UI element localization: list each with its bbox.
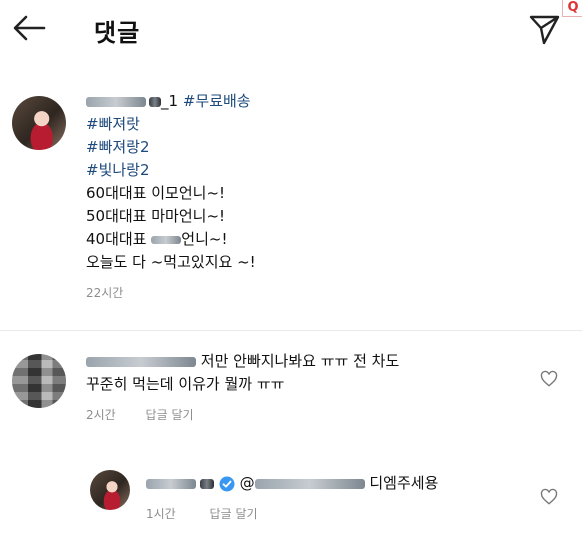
username-redacted[interactable] [146, 478, 196, 489]
caption-text-line: 40대대표 언니~! [86, 228, 556, 251]
commenter-avatar[interactable] [12, 354, 66, 408]
comment-text-line: 저만 안빠지나봐요 ㅠㅠ 전 차도 [86, 350, 526, 373]
search-icon: Q [562, 0, 582, 17]
caption-line-1: _1 #무료배송 [86, 90, 556, 113]
author-avatar[interactable] [12, 96, 66, 150]
like-button[interactable] [540, 488, 558, 506]
hashtag-line[interactable]: #빠져랏 [86, 113, 556, 136]
comment-text: 저만 안빠지나봐요 ㅠㅠ 전 차도 [200, 352, 400, 370]
hashtag-line[interactable]: #빠져랑2 [86, 136, 556, 159]
comment-text-line: 꾸준히 먹는데 이유가 뭘까 ㅠㅠ [86, 375, 285, 393]
arrow-left-icon [13, 15, 46, 41]
reply-comment: @ 디엠주세용 1시간 답글 달기 [146, 472, 536, 522]
reply-text: 디엠주세용 [369, 474, 439, 492]
username-redacted-part [149, 96, 161, 107]
reply-button[interactable]: 답글 달기 [210, 507, 258, 521]
caption-text-line: 오늘도 다 ~먹고있지요 ~! [86, 253, 256, 271]
replier-avatar[interactable] [90, 470, 130, 510]
comment-timestamp: 2시간 [86, 408, 116, 422]
mention-prefix[interactable]: @ [240, 474, 255, 492]
page-title: 댓글 [94, 19, 141, 47]
reply-text-line: @ 디엠주세용 [146, 472, 536, 495]
share-button[interactable] [524, 8, 564, 48]
redacted-name [151, 235, 182, 244]
divider [0, 330, 582, 331]
username-redacted-part [200, 478, 214, 489]
reply-timestamp: 1시간 [146, 507, 176, 521]
author-username-suffix: _1 [161, 92, 179, 110]
paper-plane-icon [529, 15, 560, 45]
verified-badge-icon [219, 476, 235, 491]
comment: 저만 안빠지나봐요 ㅠㅠ 전 차도 꾸준히 먹는데 이유가 뭘까 ㅠㅠ 2시간 … [86, 350, 526, 423]
heart-icon [540, 370, 558, 387]
reply-button[interactable]: 답글 달기 [146, 408, 194, 422]
back-button[interactable] [10, 10, 50, 46]
hashtag-line[interactable]: #빛나랑2 [86, 159, 556, 182]
comment-meta: 2시간 답글 달기 [86, 406, 526, 423]
caption-text-part: 언니~! [181, 230, 228, 248]
caption-text-line: 60대대표 이모언니~! [86, 184, 226, 202]
hashtag-free-shipping[interactable]: #무료배송 [183, 92, 251, 110]
reply-meta: 1시간 답글 달기 [146, 505, 536, 522]
username-redacted[interactable] [86, 356, 196, 367]
mention-redacted[interactable] [254, 478, 365, 489]
heart-icon [540, 488, 558, 505]
caption-block: _1 #무료배송 #빠져랏 #빠져랑2 #빛나랑2 60대대표 이모언니~! 5… [86, 90, 556, 301]
caption-timestamp: 22시간 [86, 286, 124, 300]
like-button[interactable] [540, 370, 558, 388]
top-bar: 댓글 Q [0, 0, 582, 60]
caption-text-part: 40대대표 [86, 230, 147, 248]
caption-text-line: 50대대표 마마언니~! [86, 207, 226, 225]
username-redacted [86, 96, 146, 107]
